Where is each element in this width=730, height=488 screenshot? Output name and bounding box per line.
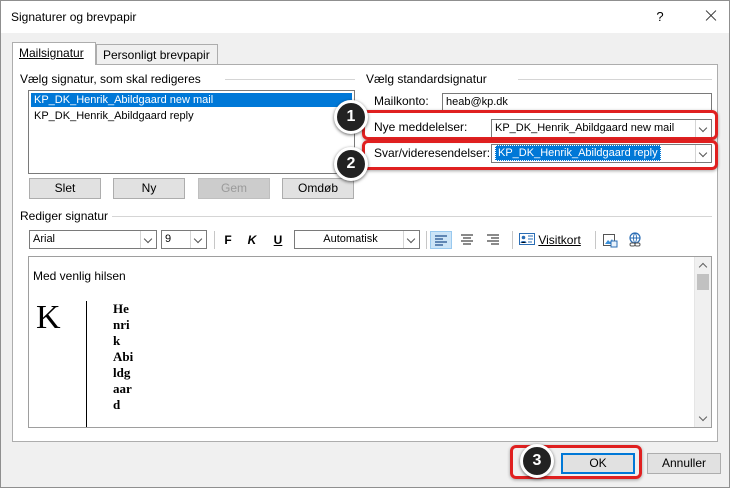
rename-button[interactable]: Omdøb: [282, 178, 354, 199]
callout-highlight-new-messages: [362, 110, 718, 140]
scroll-thumb[interactable]: [697, 274, 709, 290]
divider: [225, 79, 355, 80]
chevron-down-icon[interactable]: [403, 231, 419, 248]
font-size-value: 9: [165, 233, 172, 245]
edit-signature-heading: Rediger signatur: [20, 209, 109, 223]
bold-button[interactable]: F: [220, 231, 236, 249]
toolbar-separator: [595, 231, 596, 249]
signature-editor[interactable]: Med venlig hilsen K He nri k Abi ldg aar…: [28, 256, 712, 428]
account-label: Mailkonto:: [374, 94, 429, 108]
signature-greeting: Med venlig hilsen: [33, 269, 126, 283]
cancel-button[interactable]: Annuller: [647, 453, 721, 474]
business-card-button[interactable]: Visitkort: [519, 231, 591, 249]
insert-picture-button[interactable]: [600, 231, 620, 249]
chevron-down-icon[interactable]: [190, 231, 206, 248]
toolbar-separator: [214, 231, 215, 249]
align-right-icon: [487, 234, 499, 245]
title-bar: Signaturer og brevpapir ?: [1, 1, 729, 33]
close-icon[interactable]: [695, 3, 727, 29]
name-line: Abi: [113, 349, 134, 364]
list-item[interactable]: KP_DK_Henrik_Abildgaard reply: [31, 109, 352, 123]
font-size-select[interactable]: 9: [161, 230, 207, 249]
select-signature-heading: Vælg signatur, som skal redigeres: [20, 72, 201, 86]
delete-button[interactable]: Slet: [29, 178, 101, 199]
signature-name: He nri k Abi ldg aar d: [113, 301, 143, 413]
business-card-icon: [519, 233, 535, 245]
align-center-icon: [461, 234, 473, 245]
picture-icon: [603, 234, 618, 248]
callout-highlight-replies: [362, 140, 718, 170]
callout-badge-3: 3: [520, 444, 554, 478]
name-line: aar: [113, 381, 132, 396]
align-right-button[interactable]: [482, 231, 504, 249]
name-line: nri: [113, 317, 130, 332]
toolbar-separator: [426, 231, 427, 249]
divider: [518, 79, 712, 80]
name-line: ldg: [113, 365, 131, 380]
divider: [112, 216, 712, 217]
name-line: d: [113, 397, 121, 412]
italic-button[interactable]: K: [244, 231, 260, 249]
underline-button[interactable]: U: [270, 231, 286, 249]
font-value: Arial: [33, 233, 56, 245]
tab-label: Mailsignatur: [19, 46, 84, 60]
font-color-value: Automatisk: [323, 233, 378, 245]
list-item[interactable]: KP_DK_Henrik_Abildgaard new mail: [31, 93, 352, 107]
scroll-up-icon[interactable]: [695, 257, 711, 274]
divider: [86, 301, 87, 427]
save-button[interactable]: Gem: [198, 178, 270, 199]
tab-personligt-brevpapir[interactable]: Personligt brevpapir: [96, 44, 218, 65]
align-center-button[interactable]: [456, 231, 478, 249]
hyperlink-icon: [629, 232, 641, 247]
align-left-icon: [435, 235, 447, 246]
chevron-down-icon[interactable]: [140, 231, 156, 248]
business-card-label: Visitkort: [538, 233, 581, 247]
editor-scrollbar[interactable]: [694, 257, 711, 427]
new-button[interactable]: Ny: [113, 178, 185, 199]
insert-hyperlink-button[interactable]: [625, 231, 645, 249]
align-left-button[interactable]: [430, 231, 452, 249]
logo: K: [36, 299, 61, 336]
callout-badge-2: 2: [334, 147, 368, 181]
callout-badge-1: 1: [334, 100, 368, 134]
signature-list[interactable]: KP_DK_Henrik_Abildgaard new mail KP_DK_H…: [28, 90, 355, 174]
scroll-down-icon[interactable]: [695, 410, 711, 427]
tab-label: Personligt brevpapir: [103, 48, 210, 62]
window-title: Signaturer og brevpapir: [11, 10, 137, 24]
default-signature-heading: Vælg standardsignatur: [366, 72, 487, 86]
toolbar-separator: [512, 231, 513, 249]
name-line: k: [113, 333, 121, 348]
tab-mailsignatur[interactable]: Mailsignatur: [12, 42, 96, 65]
name-line: He: [113, 301, 129, 316]
account-value: heab@kp.dk: [446, 96, 508, 108]
font-select[interactable]: Arial: [29, 230, 157, 249]
font-color-select[interactable]: Automatisk: [294, 230, 420, 249]
help-button[interactable]: ?: [649, 7, 671, 27]
